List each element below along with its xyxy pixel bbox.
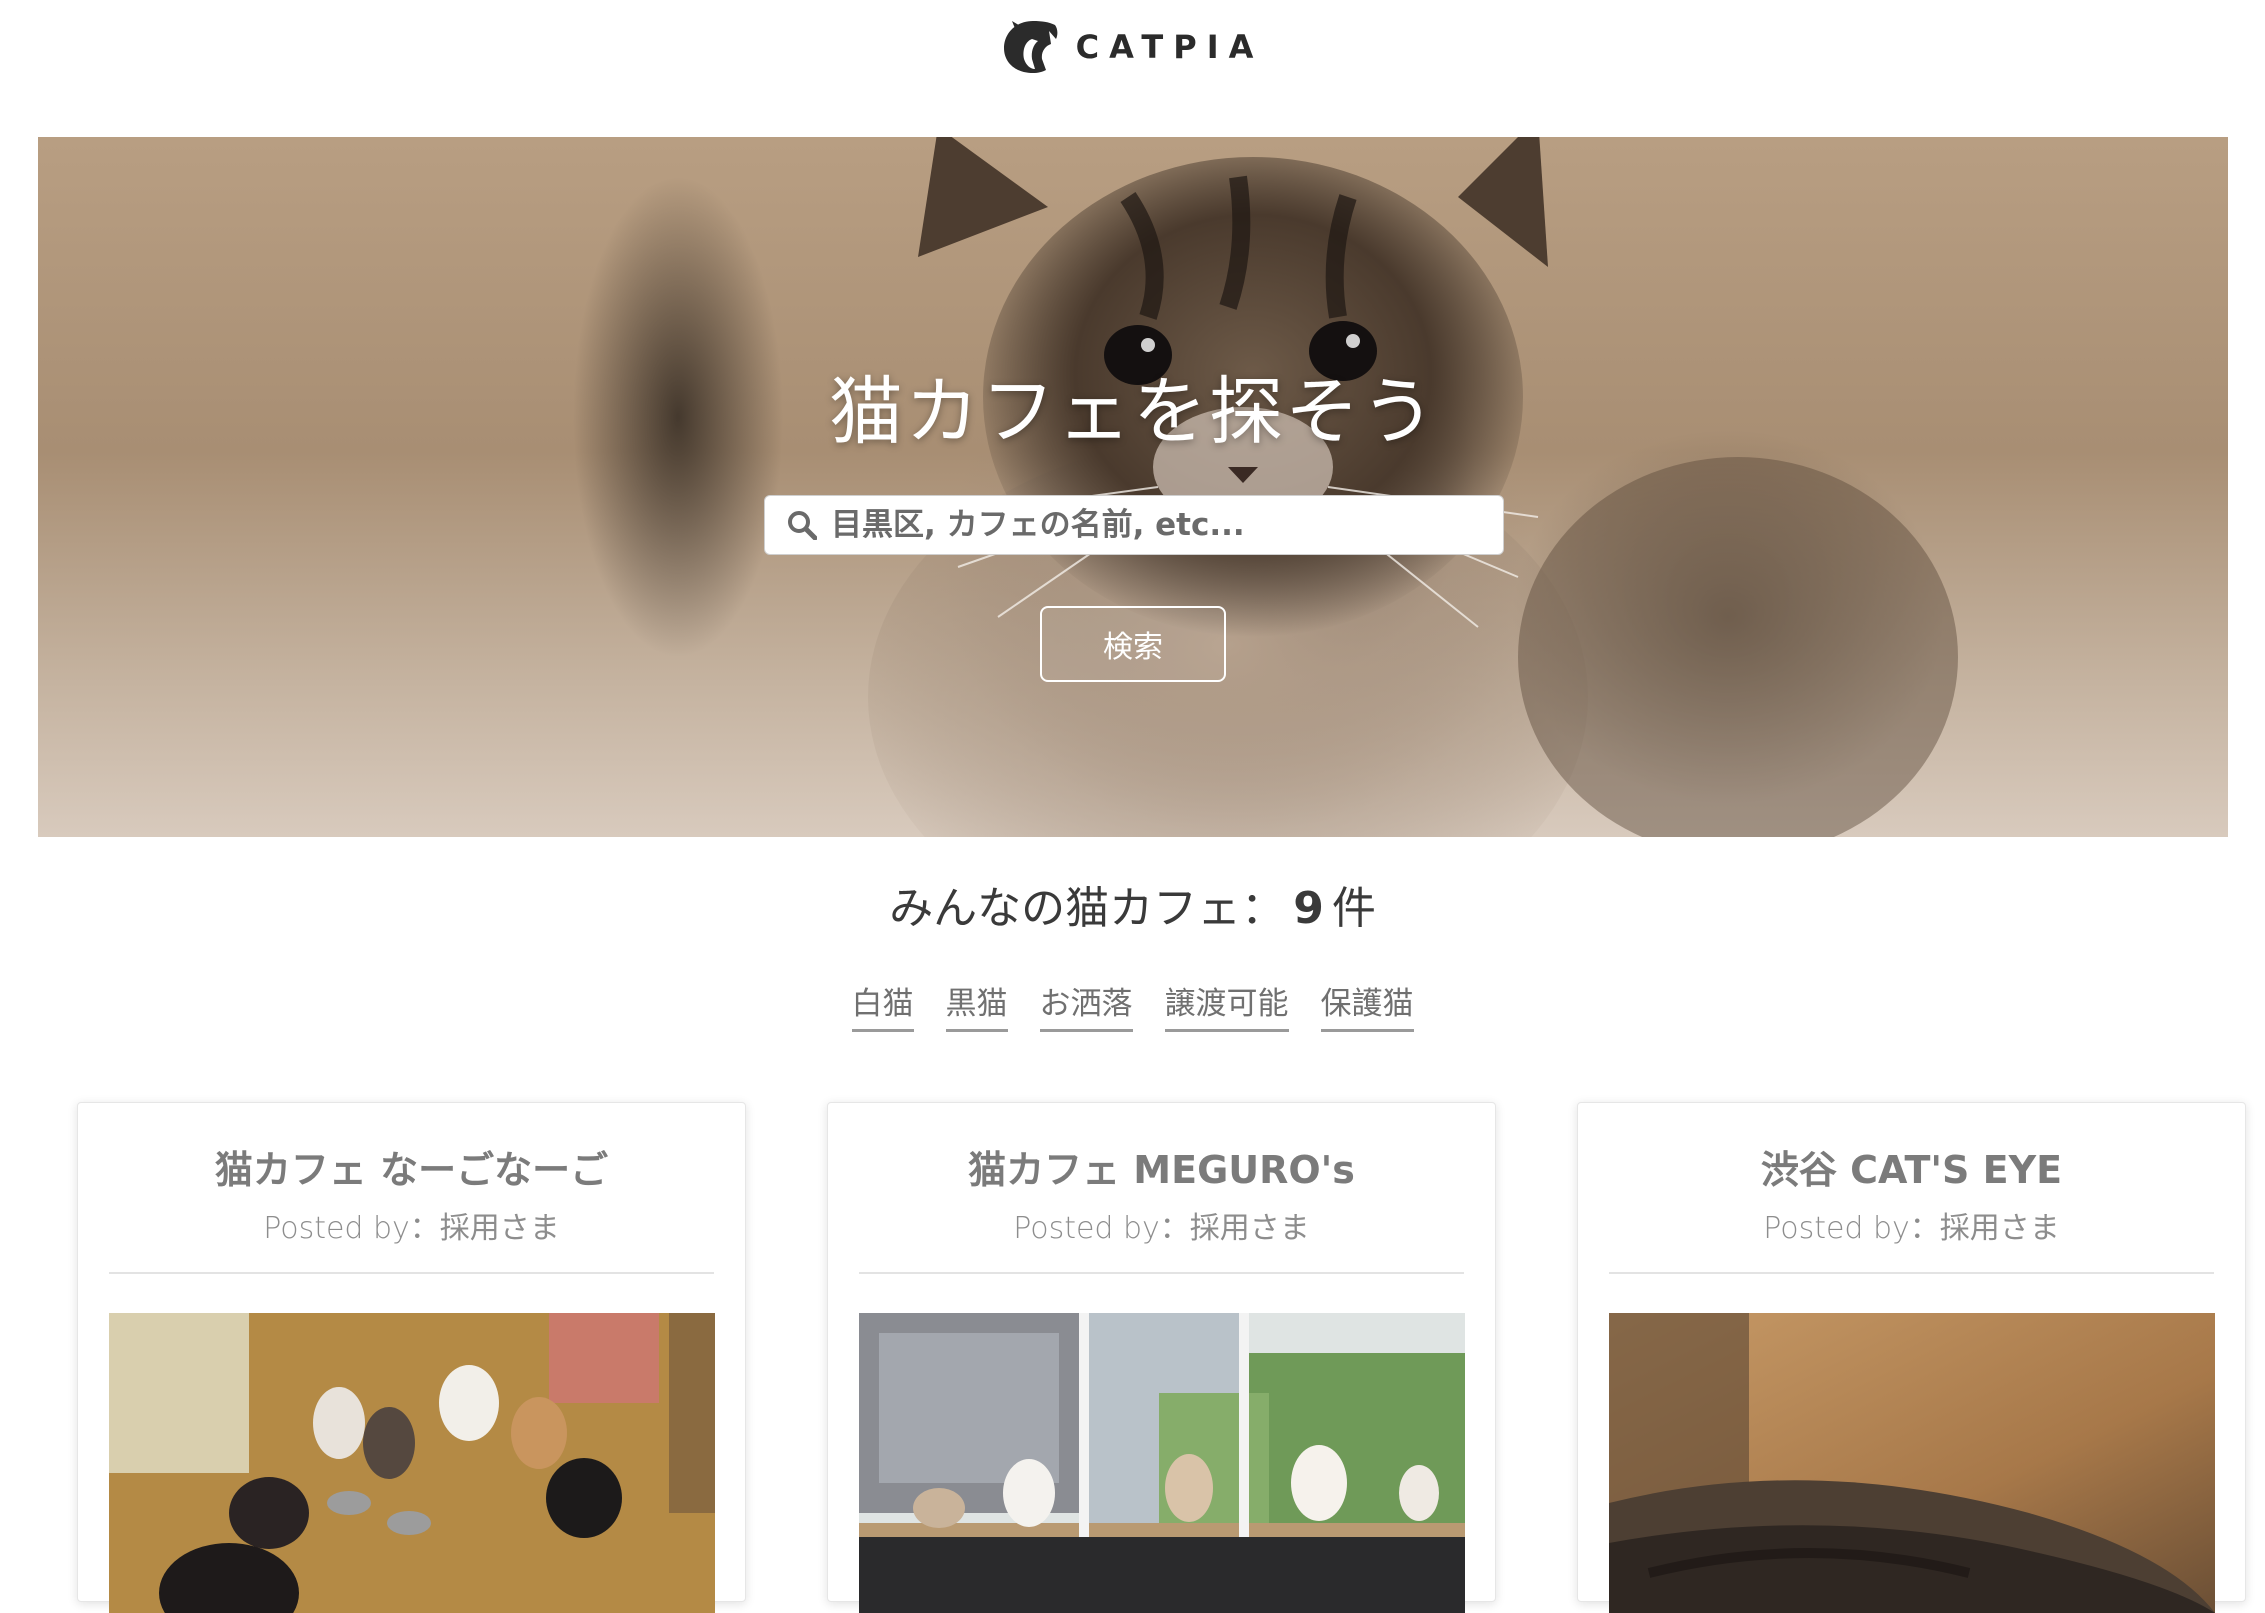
cafe-card-title[interactable]: 猫カフェ MEGURO's xyxy=(828,1139,1495,1194)
cat-logo-icon xyxy=(1002,19,1064,75)
cafe-card-title[interactable]: 猫カフェ なーごなーご xyxy=(78,1139,745,1194)
results-unit: 件 xyxy=(1331,883,1376,934)
posted-by-user: ：採用さま xyxy=(409,1211,560,1246)
search-box[interactable] xyxy=(764,495,1504,555)
results-count: 9 xyxy=(1293,883,1324,934)
posted-by-user: ：採用さま xyxy=(1159,1211,1310,1246)
cafe-card-photo[interactable] xyxy=(1609,1313,2215,1613)
posted-by-label: Posted by xyxy=(1013,1211,1160,1246)
tag-link[interactable]: 白猫 xyxy=(851,978,914,1032)
cafe-card-photo[interactable] xyxy=(859,1313,1465,1613)
cafe-card-posted-by: Posted by：採用さま xyxy=(828,1203,1495,1247)
cafe-card-posted-by: Posted by：採用さま xyxy=(78,1203,745,1247)
card-divider xyxy=(859,1272,1464,1274)
cafe-card[interactable]: 渋谷 CAT'S EYE Posted by：採用さま xyxy=(1577,1102,2246,1613)
posted-by-label: Posted by xyxy=(263,1211,410,1246)
tag-link[interactable]: 保護猫 xyxy=(1320,978,1414,1032)
hero-banner: 猫カフェを探そう 検索 xyxy=(38,137,2228,837)
tag-link[interactable]: 黒猫 xyxy=(945,978,1008,1032)
cafe-card-photo[interactable] xyxy=(109,1313,715,1613)
search-button[interactable]: 検索 xyxy=(1040,606,1226,682)
cafe-card[interactable]: 猫カフェ MEGURO's Posted by：採用さま xyxy=(827,1102,1496,1613)
site-header: CATPIA xyxy=(0,0,2265,137)
tag-filter-list: 白猫 黒猫 お洒落 譲渡可能 保護猫 xyxy=(0,978,2265,1032)
posted-by-label: Posted by xyxy=(1763,1211,1910,1246)
hero-kitten-image xyxy=(868,137,1958,837)
site-logo[interactable]: CATPIA xyxy=(1002,19,1264,75)
logo-text: CATPIA xyxy=(1075,27,1264,66)
cafe-card[interactable]: 猫カフェ なーごなーご Posted by：採用さま xyxy=(77,1102,746,1613)
search-input[interactable] xyxy=(829,506,1489,544)
cafe-card-posted-by: Posted by：採用さま xyxy=(1578,1203,2245,1247)
tag-link[interactable]: 譲渡可能 xyxy=(1164,978,1289,1032)
hero-title: 猫カフェを探そう xyxy=(829,369,1437,455)
cafe-card-title[interactable]: 渋谷 CAT'S EYE xyxy=(1578,1139,2245,1194)
card-divider xyxy=(109,1272,714,1274)
card-divider xyxy=(1609,1272,2214,1274)
results-heading-label: みんなの猫カフェ： xyxy=(889,883,1286,934)
tag-link[interactable]: お洒落 xyxy=(1039,978,1133,1032)
search-icon xyxy=(788,511,817,540)
posted-by-user: ：採用さま xyxy=(1909,1211,2060,1246)
results-count-heading: みんなの猫カフェ： 9 件 xyxy=(0,872,2265,936)
